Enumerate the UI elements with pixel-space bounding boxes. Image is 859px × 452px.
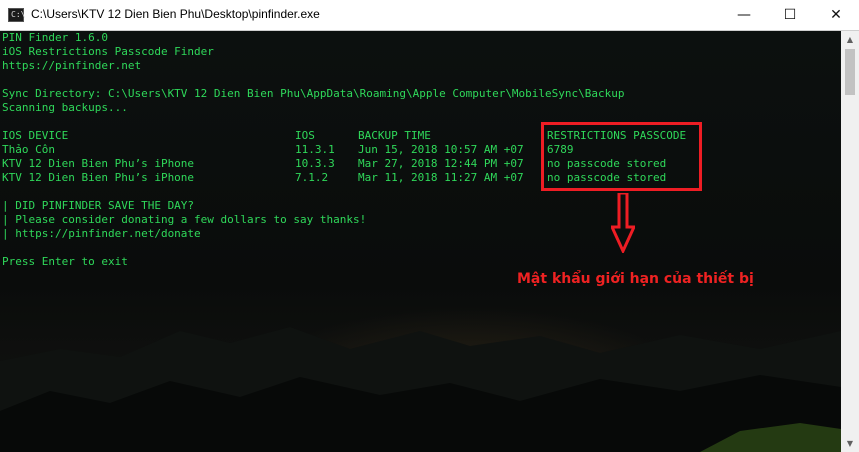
scanning-line: Scanning backups... — [2, 101, 128, 114]
column-ios: IOS — [295, 129, 315, 142]
arrow-down-icon — [611, 193, 635, 253]
backup-time: Mar 11, 2018 11:27 AM +07 — [358, 171, 524, 184]
console-line: https://pinfinder.net — [2, 59, 142, 72]
column-backup-time: BACKUP TIME — [358, 129, 431, 142]
vertical-scrollbar[interactable]: ▲ ▼ — [841, 31, 859, 452]
donate-line: | DID PINFINDER SAVE THE DAY? — [2, 199, 195, 212]
ios-version: 7.1.2 — [295, 171, 329, 184]
scroll-up-icon[interactable]: ▲ — [841, 31, 859, 48]
console-app-icon: C:\ — [8, 8, 26, 22]
donate-link-line: | https://pinfinder.net/donate — [2, 227, 201, 240]
ios-version: 10.3.3 — [295, 157, 335, 170]
column-device: IOS DEVICE — [2, 129, 69, 142]
close-button[interactable]: ✕ — [813, 0, 859, 30]
exit-prompt: Press Enter to exit — [2, 255, 128, 268]
ios-version: 11.3.1 — [295, 143, 335, 156]
backup-time: Mar 27, 2018 12:44 PM +07 — [358, 157, 524, 170]
backup-time: Jun 15, 2018 10:57 AM +07 — [358, 143, 524, 156]
annotation-label: Mật khẩu giới hạn của thiết bị — [517, 271, 754, 287]
console-line: iOS Restrictions Passcode Finder — [2, 45, 214, 58]
window-title: C:\Users\KTV 12 Dien Bien Phu\Desktop\pi… — [31, 7, 320, 21]
console-line: PIN Finder 1.6.0 — [2, 31, 108, 44]
scrollbar-thumb[interactable] — [845, 49, 855, 95]
console-output[interactable]: PIN Finder 1.6.0 iOS Restrictions Passco… — [0, 31, 841, 452]
device-name: KTV 12 Dien Bien Phu’s iPhone — [2, 171, 195, 184]
device-name: KTV 12 Dien Bien Phu’s iPhone — [2, 157, 195, 170]
minimize-button[interactable]: — — [721, 0, 767, 30]
device-name: Thảo Côn — [2, 143, 55, 156]
sync-directory-line: Sync Directory: C:\Users\KTV 12 Dien Bie… — [2, 87, 625, 100]
maximize-button[interactable]: ☐ — [767, 0, 813, 30]
donate-line: | Please consider donating a few dollars… — [2, 213, 367, 226]
passcode-highlight-box — [541, 122, 702, 191]
title-bar[interactable]: C:\ C:\Users\KTV 12 Dien Bien Phu\Deskto… — [0, 0, 859, 31]
console-icon-glyph: C:\ — [11, 10, 26, 19]
scroll-down-icon[interactable]: ▼ — [841, 435, 859, 452]
